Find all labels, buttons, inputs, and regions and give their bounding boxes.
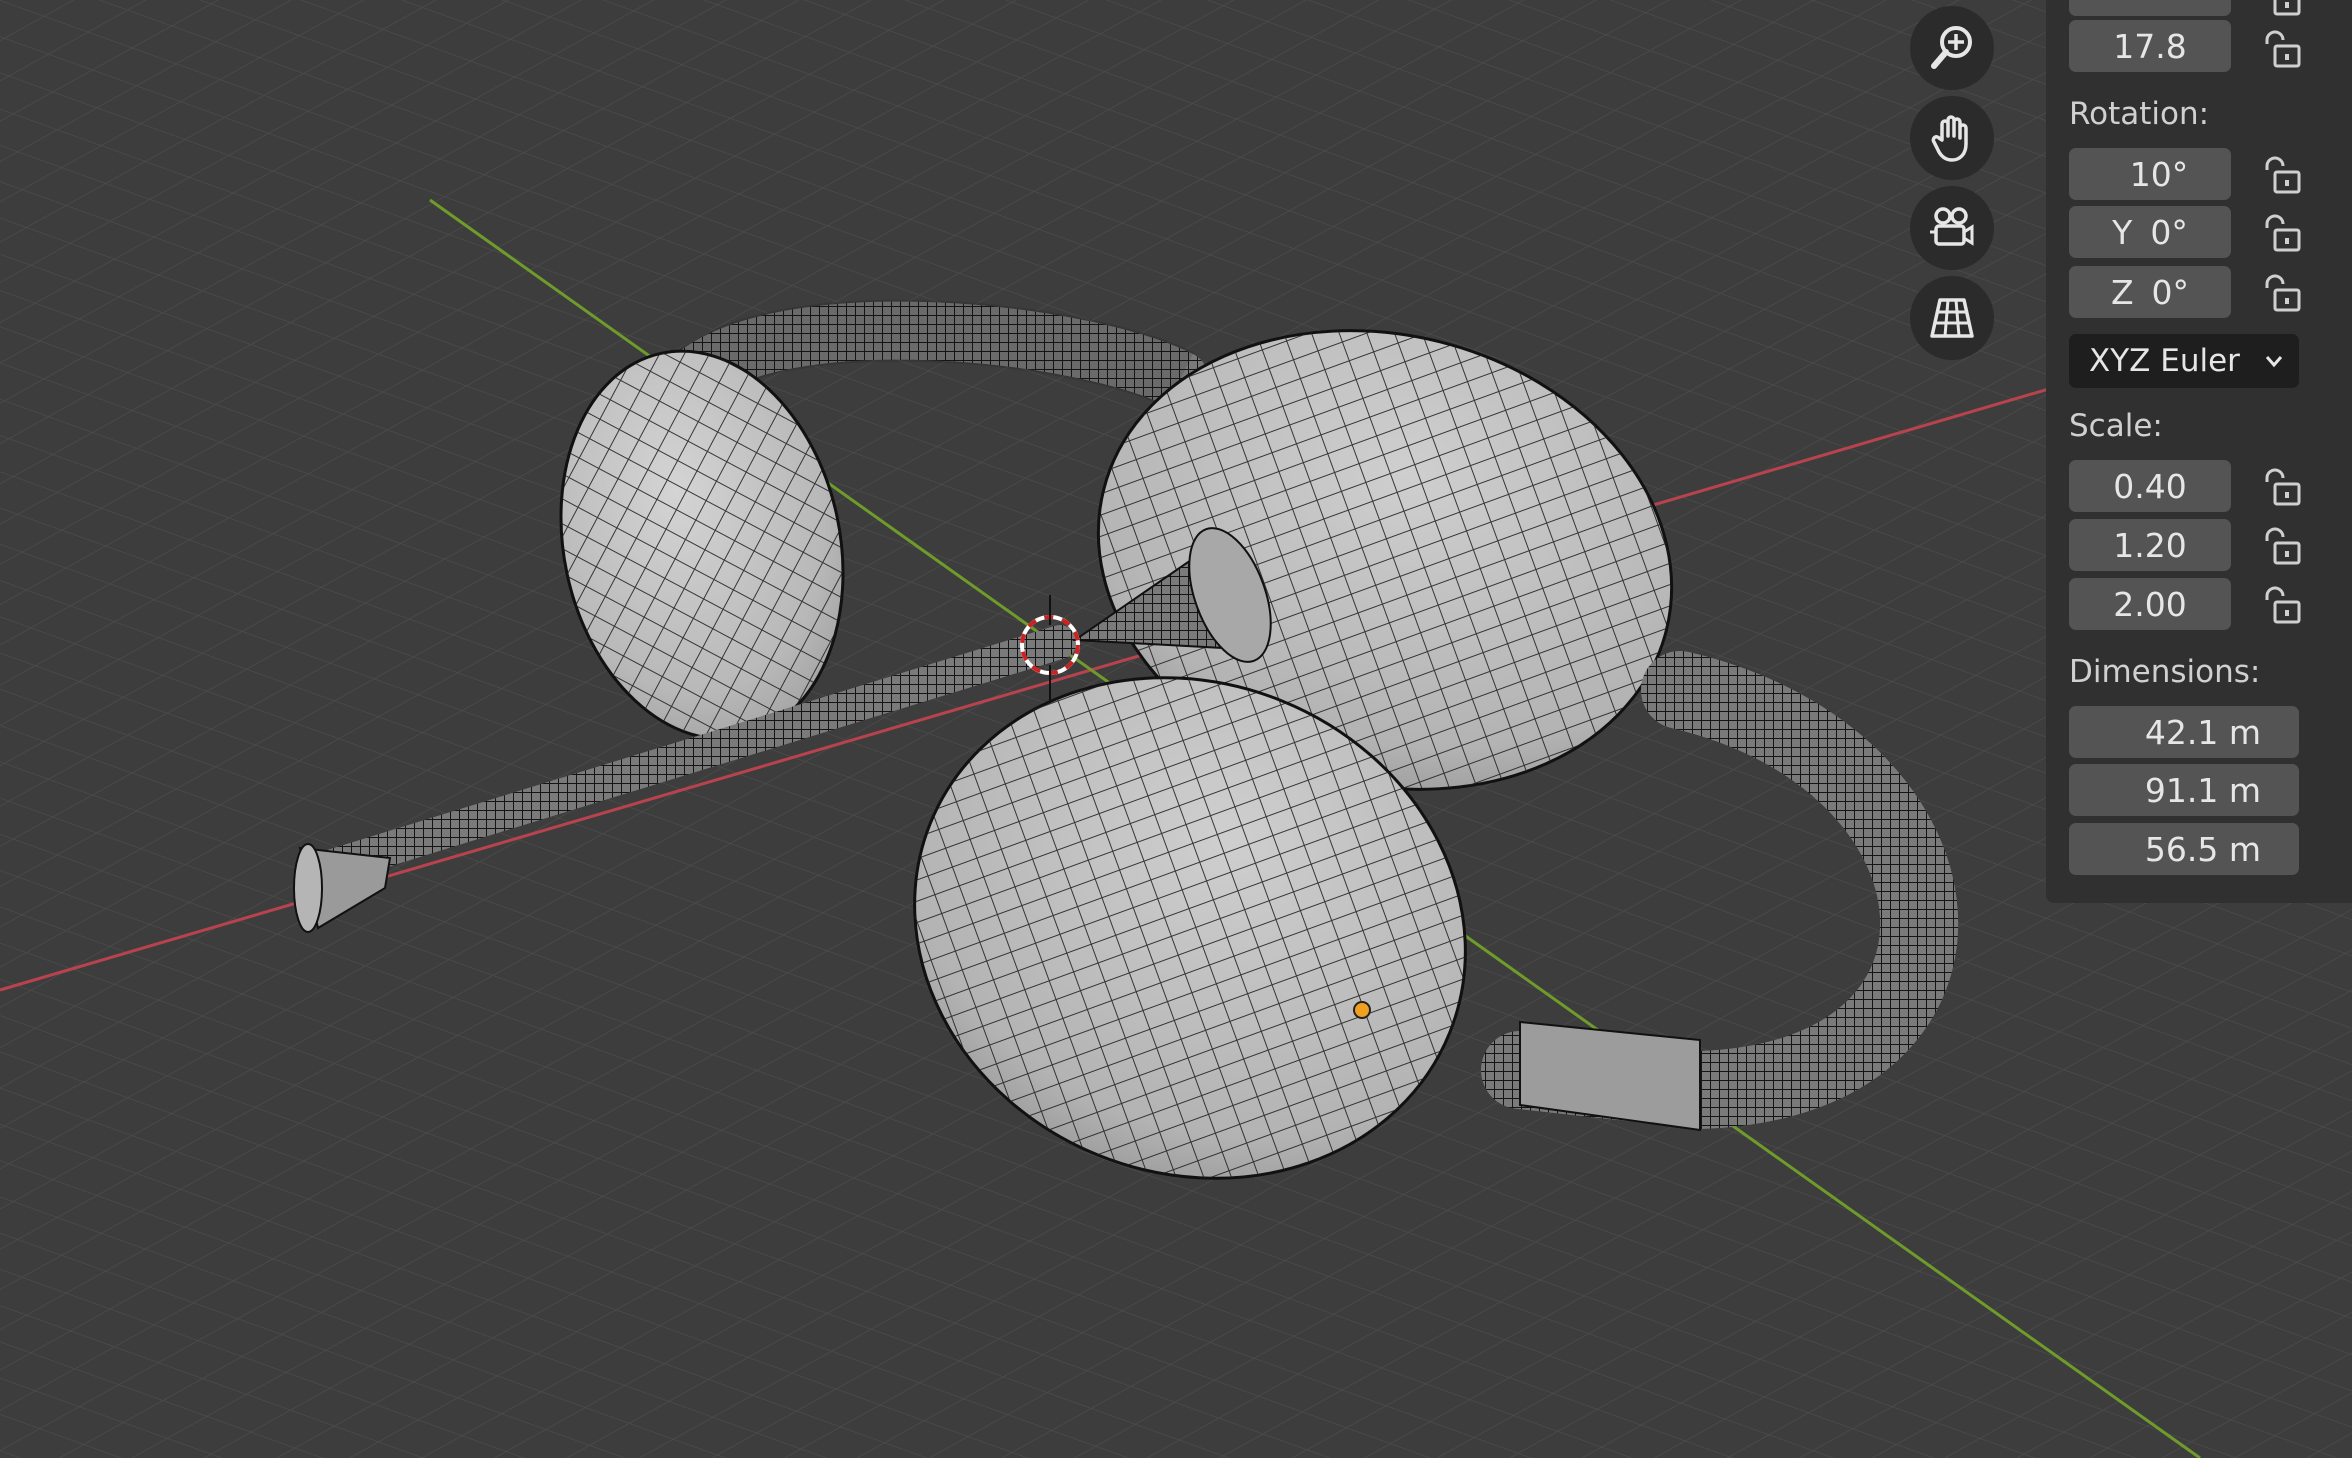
scale-z-field[interactable]: 2.00 [2069, 578, 2231, 630]
scale-y-value: 1.20 [2113, 525, 2187, 565]
chevron-down-icon [2265, 356, 2283, 368]
scale-label: Scale: [2069, 408, 2163, 444]
dimension-y-value: 91.1 m [2144, 770, 2261, 810]
lock-icon[interactable] [2259, 274, 2305, 314]
rotation-x-field[interactable]: 10° [2069, 148, 2231, 200]
perspective-toggle-button[interactable] [1910, 276, 1994, 360]
rotation-z-value: 0° [2151, 272, 2190, 312]
lock-icon[interactable] [2259, 214, 2305, 254]
location-z-field[interactable]: 17.8 [2069, 20, 2231, 72]
camera-view-button[interactable] [1910, 186, 1994, 270]
rotation-y-value: 0° [2150, 212, 2188, 252]
rotation-label: Rotation: [2069, 96, 2210, 132]
scale-z-value: 2.00 [2113, 584, 2187, 624]
pan-button[interactable] [1910, 96, 1994, 180]
object-origin-dot[interactable] [1353, 1001, 1371, 1019]
rotation-x-value: 10° [2129, 154, 2189, 194]
location-z-value: 17.8 [2113, 26, 2187, 66]
dimension-x-field[interactable]: 42.1 m [2069, 706, 2299, 758]
pan-hand-icon [1931, 115, 1968, 162]
lock-icon[interactable] [2259, 30, 2305, 70]
rotation-y-axis: Y [2112, 212, 2133, 252]
dimension-z-field[interactable]: 56.5 m [2069, 823, 2299, 875]
rotation-z-axis: Z [2110, 272, 2134, 312]
dimensions-label: Dimensions: [2069, 654, 2261, 690]
transform-panel: 17.8 Rotation: 10° Y 0° Z 0° XYZ Euler S… [2046, 0, 2352, 903]
rotation-y-field[interactable]: Y 0° [2069, 206, 2231, 258]
dimension-x-value: 42.1 m [2144, 712, 2261, 752]
3d-viewport[interactable] [0, 0, 2352, 1458]
dimension-z-value: 56.5 m [2144, 829, 2261, 869]
lock-icon[interactable] [2259, 468, 2305, 508]
location-y-field[interactable] [2069, 0, 2231, 16]
scale-x-value: 0.40 [2113, 466, 2187, 506]
lock-icon[interactable] [2259, 156, 2305, 196]
zoom-icon [1931, 26, 1972, 69]
lock-icon[interactable] [2259, 527, 2305, 567]
zoom-button[interactable] [1910, 6, 1994, 90]
rotation-mode-dropdown[interactable]: XYZ Euler [2069, 334, 2299, 388]
scale-y-field[interactable]: 1.20 [2069, 519, 2231, 571]
lock-icon[interactable] [2259, 586, 2305, 626]
scale-x-field[interactable]: 0.40 [2069, 460, 2231, 512]
rotation-mode-value: XYZ Euler [2089, 343, 2240, 379]
camera-view-icon [1930, 207, 1974, 246]
perspective-grid-icon [1930, 298, 1974, 338]
rotation-z-field[interactable]: Z 0° [2069, 266, 2231, 318]
lock-icon[interactable] [2259, 0, 2305, 18]
dimension-y-field[interactable]: 91.1 m [2069, 764, 2299, 816]
